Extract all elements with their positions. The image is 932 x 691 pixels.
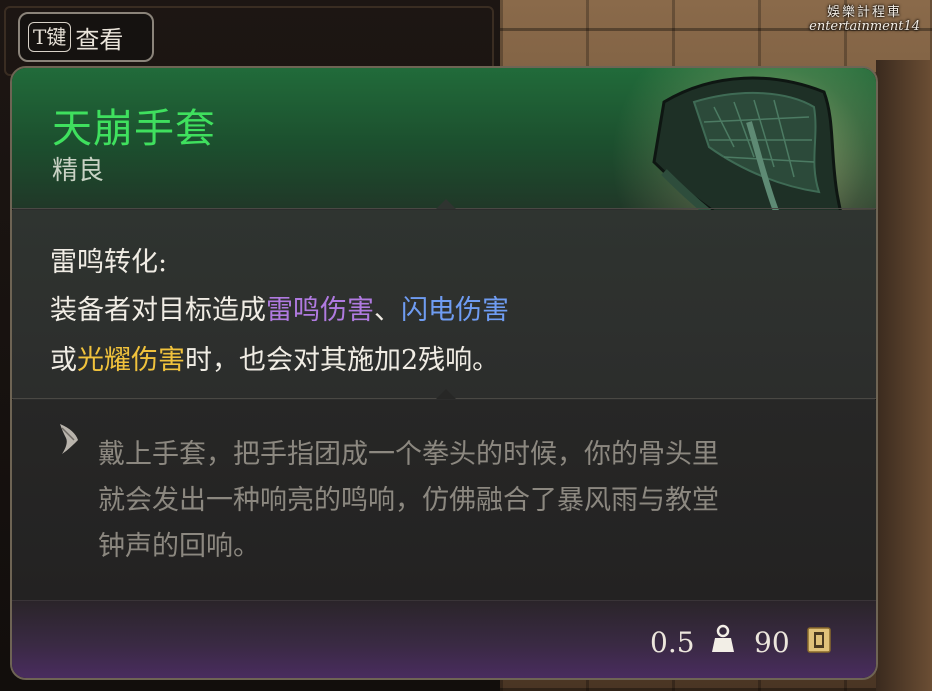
price-value: 90	[754, 626, 790, 659]
key-hint-label: 查看	[75, 25, 124, 54]
flavor-line-3: 钟声的回响。	[98, 531, 260, 562]
weight-icon	[712, 624, 734, 652]
effect-line-1: 装备者对目标造成雷鸣伤害、闪电伤害	[50, 288, 509, 327]
effect-line-2: 或光耀伤害时，也会对其施加2残响。	[50, 338, 499, 377]
watermark: 娛樂計程車 entertainment14	[809, 5, 920, 35]
radiant-damage-text: 光耀伤害	[77, 345, 185, 376]
background-wall-edge	[876, 60, 932, 691]
effect-separator: 、	[374, 295, 401, 326]
thunder-damage-text: 雷鸣伤害	[266, 295, 374, 326]
item-name: 天崩手套	[52, 106, 216, 152]
effect-line2-suffix: 时，也会对其施加2残响。	[185, 345, 500, 376]
tooltip-footer	[12, 600, 876, 678]
weight-value: 0.5	[650, 626, 695, 659]
effect-title: 雷鸣转化:	[50, 247, 168, 278]
header-notch	[436, 199, 456, 209]
gold-coin-icon	[807, 627, 831, 653]
lightning-damage-text: 闪电伤害	[401, 295, 509, 326]
effect-line2-prefix: 或	[50, 345, 77, 376]
key-cap: T键	[28, 22, 72, 52]
watermark-en: entertainment14	[809, 19, 920, 35]
inspect-key-hint[interactable]: T键 查看	[18, 12, 154, 62]
flavor-notch	[436, 389, 456, 399]
item-tooltip: 天崩手套 精良 雷鸣转化: 装备者对目标造成雷鸣伤害、闪电伤害 或光耀伤害时，也…	[10, 66, 878, 680]
item-rarity: 精良	[52, 156, 105, 186]
effect-line1-prefix: 装备者对目标造成	[50, 295, 266, 326]
flavor-line-1: 戴上手套，把手指团成一个拳头的时候，你的骨头里	[98, 439, 719, 470]
footer-divider	[12, 600, 876, 601]
quill-icon	[60, 424, 78, 454]
flavor-line-2: 就会发出一种响亮的鸣响，仿佛融合了暴风雨与教堂	[98, 485, 719, 516]
